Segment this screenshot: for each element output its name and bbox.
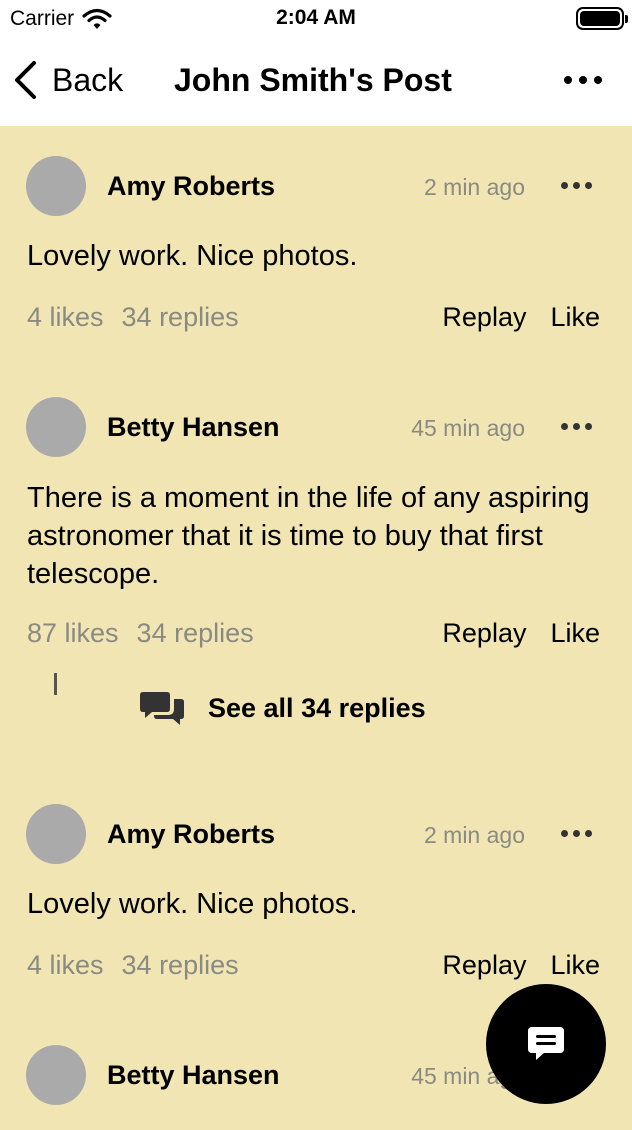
see-all-replies-label: See all 34 replies bbox=[208, 692, 426, 723]
more-horizontal-icon[interactable] bbox=[561, 182, 592, 189]
thread-line bbox=[54, 673, 57, 695]
comment-author[interactable]: Amy Roberts bbox=[107, 819, 275, 850]
comment-text: There is a moment in the life of any asp… bbox=[27, 482, 590, 590]
like-button[interactable]: Like bbox=[550, 302, 600, 332]
likes-count[interactable]: 4 likes bbox=[27, 302, 104, 332]
status-time: 2:04 AM bbox=[276, 6, 356, 29]
comment-timestamp: 2 min ago bbox=[423, 174, 525, 200]
comment-timestamp: 45 min ago bbox=[411, 415, 525, 441]
comment-text: Lovely work. Nice photos. bbox=[27, 888, 358, 920]
avatar[interactable] bbox=[26, 397, 86, 457]
replies-count[interactable]: 34 replies bbox=[137, 618, 254, 648]
reply-button[interactable]: Replay bbox=[442, 618, 526, 648]
reply-button[interactable]: Replay bbox=[442, 950, 526, 980]
like-button[interactable]: Like bbox=[550, 618, 600, 648]
navigation-bar: Back John Smith's Post bbox=[0, 40, 632, 126]
replies-count[interactable]: 34 replies bbox=[122, 302, 239, 332]
chat-bubbles-icon bbox=[140, 692, 184, 725]
comment-stats: 4 likes 34 replies bbox=[27, 302, 239, 333]
more-horizontal-icon[interactable] bbox=[561, 830, 592, 837]
likes-count[interactable]: 87 likes bbox=[27, 618, 119, 648]
comment-timestamp: 2 min ago bbox=[423, 822, 525, 848]
battery-icon bbox=[576, 7, 628, 30]
comment-actions: Replay Like bbox=[442, 618, 600, 649]
comment-actions: Replay Like bbox=[442, 950, 600, 981]
comment-author[interactable]: Amy Roberts bbox=[107, 171, 275, 202]
replies-count[interactable]: 34 replies bbox=[122, 950, 239, 980]
comment-stats: 4 likes 34 replies bbox=[27, 950, 239, 981]
comment-feed[interactable]: Amy Roberts 2 min ago Lovely work. Nice … bbox=[0, 126, 632, 1130]
more-horizontal-icon[interactable] bbox=[561, 423, 592, 430]
more-options-button[interactable] bbox=[564, 76, 602, 84]
back-label: Back bbox=[52, 61, 124, 98]
avatar[interactable] bbox=[26, 1045, 86, 1105]
avatar[interactable] bbox=[26, 156, 86, 216]
comment-text: Lovely work. Nice photos. bbox=[27, 240, 358, 272]
see-all-replies-button[interactable]: See all 34 replies bbox=[140, 690, 426, 726]
status-bar: Carrier 2:04 AM bbox=[0, 0, 632, 40]
like-button[interactable]: Like bbox=[550, 950, 600, 980]
back-button[interactable]: Back bbox=[12, 60, 123, 100]
message-icon bbox=[528, 1027, 564, 1060]
avatar[interactable] bbox=[26, 804, 86, 864]
comment-actions: Replay Like bbox=[442, 302, 600, 333]
new-comment-button[interactable] bbox=[486, 984, 606, 1104]
page-title: John Smith's Post bbox=[174, 62, 452, 98]
comment-stats: 87 likes 34 replies bbox=[27, 618, 254, 649]
comment-author[interactable]: Betty Hansen bbox=[107, 412, 280, 443]
comment-author[interactable]: Betty Hansen bbox=[107, 1060, 280, 1091]
reply-button[interactable]: Replay bbox=[442, 302, 526, 332]
chevron-left-icon bbox=[15, 61, 36, 99]
likes-count[interactable]: 4 likes bbox=[27, 950, 104, 980]
